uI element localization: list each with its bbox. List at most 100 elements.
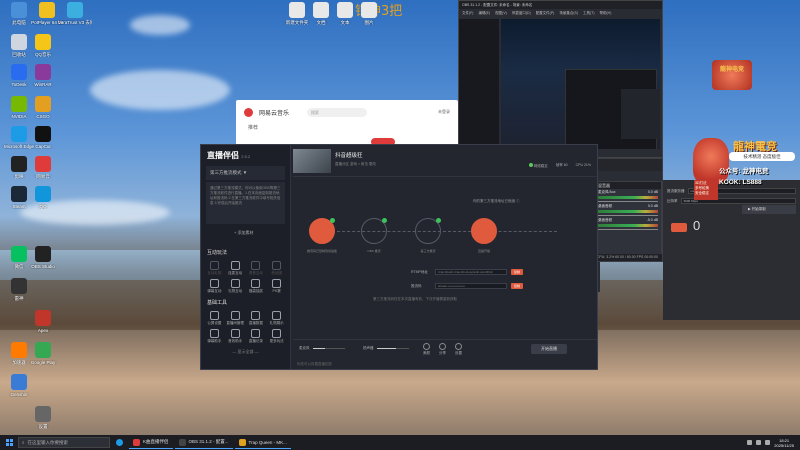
grid-item[interactable]: 弹幕助手 (205, 329, 224, 344)
desktop-icon[interactable]: 网易云 (26, 156, 60, 179)
desktop-icon[interactable]: CSGO (26, 96, 60, 119)
volume-slider[interactable] (598, 229, 658, 230)
taskbar-app[interactable]: Trap Queen - MK... (234, 436, 291, 449)
stream-category[interactable]: 直播分区 游戏 > 射击 更改 (335, 162, 376, 167)
live-mode-select[interactable]: 第三方推流模式 ▼ (206, 166, 285, 180)
desktop-icon[interactable]: QQ (26, 186, 60, 209)
obs-menu-item[interactable]: 编辑(E) (478, 11, 490, 15)
grid-item-label: 音效助手 (228, 339, 243, 343)
stream-title[interactable]: 抖音超级狂 (335, 151, 363, 159)
grid-item[interactable]: 公屏设置 (205, 311, 224, 326)
taskbar-search[interactable]: ⌕ 在这里输入你要搜索 (18, 437, 110, 448)
live-companion-window[interactable]: 直播伴侣 2.5.2 第三方推流模式 ▼ 通过第三方推流模式，你可以使用OBS等… (200, 144, 598, 370)
music-nav-recommend[interactable]: 推荐 (236, 124, 458, 131)
volume-slider[interactable] (598, 215, 658, 216)
obs-menu-item[interactable]: 场景集合(S) (559, 11, 578, 15)
grid-item[interactable]: 福袋抽奖 (247, 279, 266, 294)
beauty-control[interactable]: 美颜 (423, 343, 430, 356)
speaker-volume[interactable]: 扬声器 (363, 346, 409, 351)
grid-item[interactable]: 更多玩法 (267, 329, 286, 344)
music-search-input[interactable]: 搜索 (307, 107, 368, 117)
show-all-link[interactable]: — 显示全部 — (201, 349, 290, 355)
settings-control[interactable]: 设置 (455, 343, 462, 356)
copy-rtmp-button[interactable]: 复制 (511, 269, 523, 275)
desktop-icon[interactable]: QQ音乐 (26, 34, 60, 57)
obs-menu-item[interactable]: 文件(F) (462, 11, 473, 15)
grid-item[interactable]: 粉丝团 (267, 261, 286, 276)
stream-cover[interactable] (293, 149, 331, 173)
start-live-button[interactable]: 开始直播 (531, 344, 567, 354)
mic-slider[interactable] (312, 348, 345, 349)
copy-key-button[interactable]: 复制 (511, 283, 523, 289)
grid-item[interactable]: 直播数据 (247, 311, 266, 326)
desktop-icon-label: Apex (37, 328, 49, 333)
obs-menu-item[interactable]: 停靠窗口(D) (512, 11, 531, 15)
desktop-icon[interactable]: Apex (26, 310, 60, 333)
grid-item-label: 直播记录 (248, 339, 263, 343)
volume-slider[interactable] (598, 201, 658, 202)
ad-promo: 公众号: 龙神电竞 (719, 168, 769, 175)
grid-item-label: 礼物展示 (269, 321, 284, 325)
desktop-icon[interactable]: OBS Studio (26, 246, 60, 269)
desktop-icon[interactable]: CapCut (26, 126, 60, 149)
desktop-icon[interactable]: Genshin (2, 374, 36, 397)
taskbar-app[interactable]: K曲直播伴侣 (129, 436, 173, 449)
grid-item[interactable]: 互动礼物 (205, 261, 224, 276)
app-icon (35, 246, 51, 262)
mixer-track: 桌面音频 0.0 dB (595, 203, 661, 217)
add-material-button[interactable]: + 添加素材 (234, 230, 253, 236)
mic-volume[interactable]: 麦克风 (299, 346, 345, 351)
share-control[interactable]: 分享 (439, 343, 446, 356)
obs-menu-item[interactable]: 工具(T) (583, 11, 594, 15)
app-icon (11, 186, 27, 202)
obs-menu-item[interactable]: 视图(V) (495, 11, 507, 15)
rtmp-row: RTMP地址 rtmp://push-rtmp-l11.douyincdn.co… (411, 269, 523, 275)
grid-item[interactable]: 礼物展示 (267, 311, 286, 326)
grid-item[interactable]: 礼物互动 (226, 279, 245, 294)
music-window[interactable]: 网易云音乐 搜索 未登录 推荐 (236, 100, 458, 146)
desktop-icon-label: WinRAR (34, 82, 52, 87)
grid-item[interactable]: PK赛 (267, 279, 286, 294)
app-icon (11, 2, 27, 18)
grid-item-label: 粉丝团 (271, 271, 282, 275)
grid-item[interactable]: 音效助手 (226, 329, 245, 344)
key-input[interactable]: stream-•••••••••••••••• (435, 283, 507, 289)
grid-item[interactable]: 直播记录 (247, 329, 266, 344)
volume-icon[interactable] (765, 440, 771, 445)
app-icon (11, 126, 27, 142)
obs-menu-item[interactable]: 配置文件(P) (536, 11, 555, 15)
ok-badge-icon (330, 218, 335, 223)
network-icon[interactable] (756, 440, 762, 445)
grid-item[interactable]: 语音互动 (247, 261, 266, 276)
key-label: 推流码 (411, 283, 422, 288)
desktop-icon[interactable]: 雷神 (2, 278, 36, 301)
taskbar-edge[interactable] (112, 436, 127, 449)
desktop-icon[interactable]: VeraTrust V3 去除器 (58, 2, 92, 25)
grid-item-label: 礼物互动 (228, 289, 243, 293)
stat-cpu: CPU 21% (575, 163, 591, 167)
taskbar-app[interactable]: OBS 31.1.2 - 配置... (174, 436, 233, 449)
music-login[interactable]: 未登录 (438, 109, 450, 115)
desktop-icon[interactable]: 设置 (26, 406, 60, 429)
grid-item[interactable]: 弹幕互动 (205, 279, 224, 294)
obs-menu-item[interactable]: 帮助(H) (600, 11, 612, 15)
stream-key-hint: 第三方推流码仅在本次直播有效，下次开播需重新获取 (373, 297, 457, 301)
desktop-file[interactable]: 图片 (352, 2, 386, 25)
start-record-button[interactable]: ▶ 开始录制 (742, 205, 796, 214)
tray-icon[interactable] (747, 440, 753, 445)
tools-section-title: 基础工具 (207, 300, 228, 306)
start-button[interactable] (0, 435, 18, 450)
grid-item[interactable]: 直播间管理 (226, 311, 245, 326)
app-icon (39, 2, 55, 18)
counter-value: 0 (693, 218, 701, 233)
clock[interactable]: 18:21 2025/11/25 (774, 438, 794, 448)
speaker-slider[interactable] (376, 348, 409, 349)
network-dot-icon (528, 163, 533, 167)
obs-preview[interactable] (501, 19, 660, 149)
grid-item[interactable]: 连麦互动 (226, 261, 245, 276)
obs-main-window[interactable]: OBS 31.1.2 - 配置文件: 未命名 - 场景: 未命名 文件(F) 编辑… (458, 0, 663, 158)
desktop-icon[interactable]: Google Play (26, 342, 60, 365)
file-icon (361, 2, 377, 18)
rtmp-input[interactable]: rtmp://push-rtmp-l11.douyincdn.com/third (435, 269, 507, 275)
desktop-icon[interactable]: WinRAR (26, 64, 60, 87)
